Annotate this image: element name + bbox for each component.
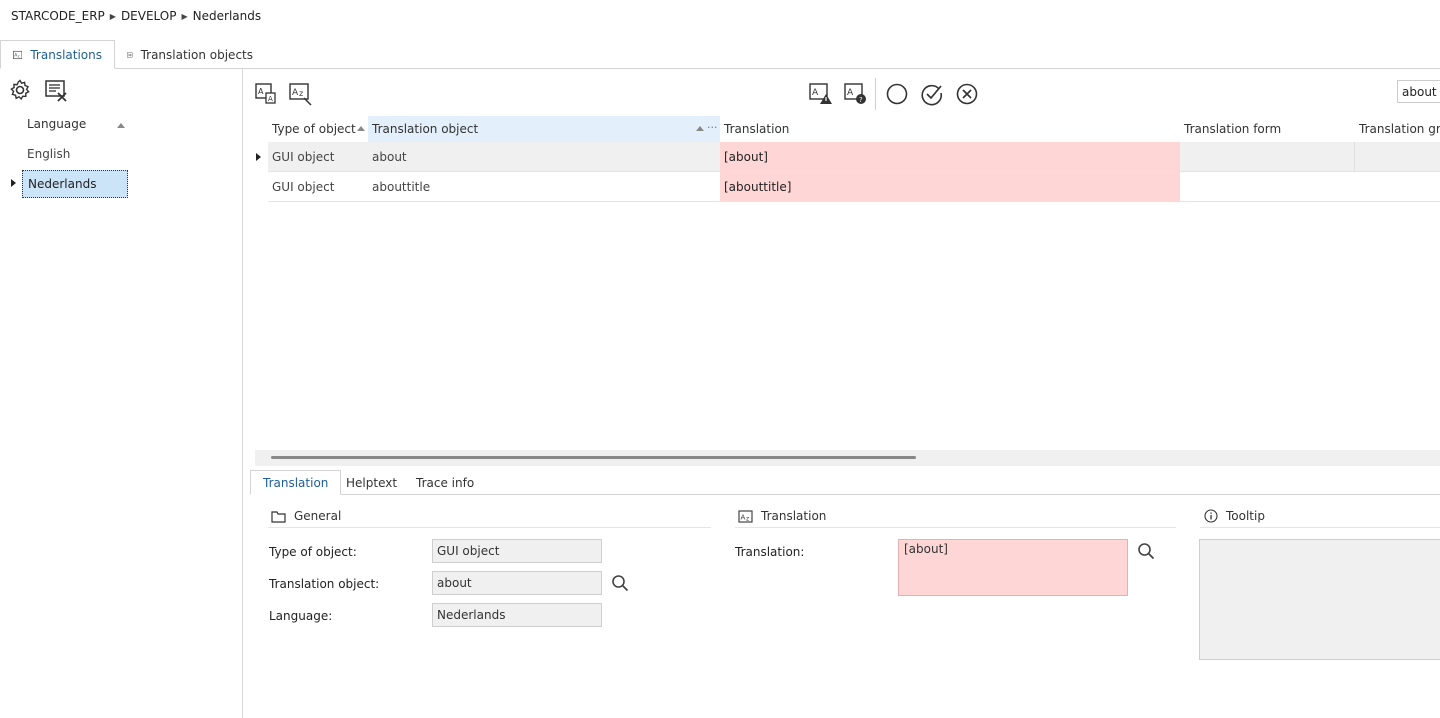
column-menu-icon[interactable]: ···	[707, 121, 718, 134]
svg-text:?: ?	[859, 96, 863, 104]
tab-translations[interactable]: Az Translations	[0, 40, 115, 69]
table-cell-object[interactable]: about	[368, 142, 720, 172]
svg-text:z: z	[299, 89, 303, 98]
clear-filter-icon[interactable]	[44, 79, 68, 103]
tooltip-textarea[interactable]	[1199, 539, 1440, 660]
table-cell-translation[interactable]: [about]	[720, 142, 1180, 172]
table-cell-grid[interactable]	[1355, 142, 1440, 172]
translation-label: Translation:	[735, 545, 805, 559]
tab-helptext[interactable]: Helptext	[334, 470, 409, 495]
check-circle-icon[interactable]	[919, 82, 945, 106]
scrollbar-thumb[interactable]	[271, 456, 916, 459]
type-of-object-label: Type of object:	[269, 545, 357, 559]
table-cell-grid[interactable]	[1355, 172, 1440, 202]
column-header-type-of-object[interactable]: Type of object	[268, 116, 368, 142]
section-title-translation: Az Translation	[738, 506, 826, 526]
column-header-translation[interactable]: Translation	[720, 116, 1180, 142]
detail-tab-bar: Translation Helptext Trace info	[250, 470, 1440, 495]
table-cell-translation[interactable]: [abouttitle]	[720, 172, 1180, 202]
sort-ascending-icon	[696, 126, 704, 131]
svg-text:A: A	[847, 88, 854, 98]
translation-object-label: Translation object:	[269, 577, 380, 591]
section-title-general: General	[271, 506, 341, 526]
top-tab-bar: Az Translations Translation objects	[0, 40, 1440, 69]
translate-edit-icon[interactable]: Az	[288, 82, 314, 106]
language-label: Language:	[269, 609, 333, 623]
translate-form-icon[interactable]: AA	[254, 82, 280, 106]
svg-text:A: A	[292, 88, 299, 98]
tab-translation-objects[interactable]: Translation objects	[115, 40, 265, 69]
tab-trace-info[interactable]: Trace info	[404, 470, 486, 495]
folder-icon	[271, 510, 286, 523]
breadcrumb-item-env[interactable]: DEVELOP	[121, 9, 177, 23]
column-header-translation-form[interactable]: Translation form	[1180, 116, 1355, 142]
breadcrumb-item-app[interactable]: STARCODE_ERP	[11, 9, 105, 23]
translation-warning-icon[interactable]: A	[808, 82, 834, 106]
svg-text:A: A	[14, 52, 17, 57]
sort-ascending-icon	[357, 126, 365, 131]
column-header-translation-grid[interactable]: Translation grid	[1355, 116, 1440, 142]
language-row-nederlands[interactable]: Nederlands	[22, 170, 128, 198]
breadcrumb: STARCODE_ERP ▶ DEVELOP ▶ Nederlands	[11, 9, 261, 23]
breadcrumb-separator-icon: ▶	[109, 12, 116, 21]
language-field[interactable]: Nederlands	[432, 603, 602, 627]
circle-empty-icon[interactable]	[884, 82, 910, 106]
language-column-header[interactable]: Language	[27, 117, 86, 131]
tab-translation-detail[interactable]: Translation	[250, 470, 342, 495]
translation-textarea[interactable]: [about]	[898, 539, 1128, 596]
svg-text:A: A	[812, 88, 819, 98]
table-cell-object[interactable]: abouttitle	[368, 172, 720, 202]
toolbar-divider	[875, 78, 876, 110]
section-divider	[1200, 527, 1440, 528]
gear-icon[interactable]	[8, 78, 32, 102]
translate-icon: Az	[13, 50, 23, 59]
language-row-english[interactable]: English	[22, 140, 128, 168]
translation-object-field[interactable]: about	[432, 571, 602, 595]
section-divider	[268, 527, 711, 528]
search-icon[interactable]	[1137, 542, 1155, 560]
list-icon	[127, 52, 133, 57]
section-title-tooltip: Tooltip	[1204, 506, 1265, 526]
info-icon	[1204, 509, 1218, 523]
sort-ascending-icon	[117, 123, 125, 128]
breadcrumb-item-current: Nederlands	[192, 9, 262, 23]
table-cell-form[interactable]	[1180, 172, 1355, 202]
translate-icon: Az	[738, 509, 753, 523]
table-cell-form[interactable]	[1180, 142, 1355, 172]
type-of-object-field[interactable]: GUI object	[432, 539, 602, 563]
language-panel: Language English Nederlands	[0, 69, 243, 718]
svg-text:A: A	[258, 87, 264, 96]
search-input[interactable]	[1397, 80, 1440, 103]
current-row-arrow-icon	[256, 153, 261, 161]
svg-text:z: z	[18, 54, 20, 58]
table-cell-type[interactable]: GUI object	[268, 172, 368, 202]
svg-text:z: z	[746, 515, 749, 522]
breadcrumb-separator-icon: ▶	[181, 12, 188, 21]
translation-help-icon[interactable]: A?	[843, 82, 869, 106]
column-header-translation-object[interactable]: Translation object	[368, 116, 720, 142]
cancel-circle-icon[interactable]	[954, 82, 980, 106]
current-row-arrow-icon	[11, 179, 16, 187]
svg-text:A: A	[268, 95, 273, 103]
horizontal-scrollbar[interactable]	[255, 450, 1440, 466]
search-icon[interactable]	[611, 574, 629, 592]
section-divider	[735, 527, 1176, 528]
table-cell-type[interactable]: GUI object	[268, 142, 368, 172]
svg-text:A: A	[741, 513, 746, 521]
